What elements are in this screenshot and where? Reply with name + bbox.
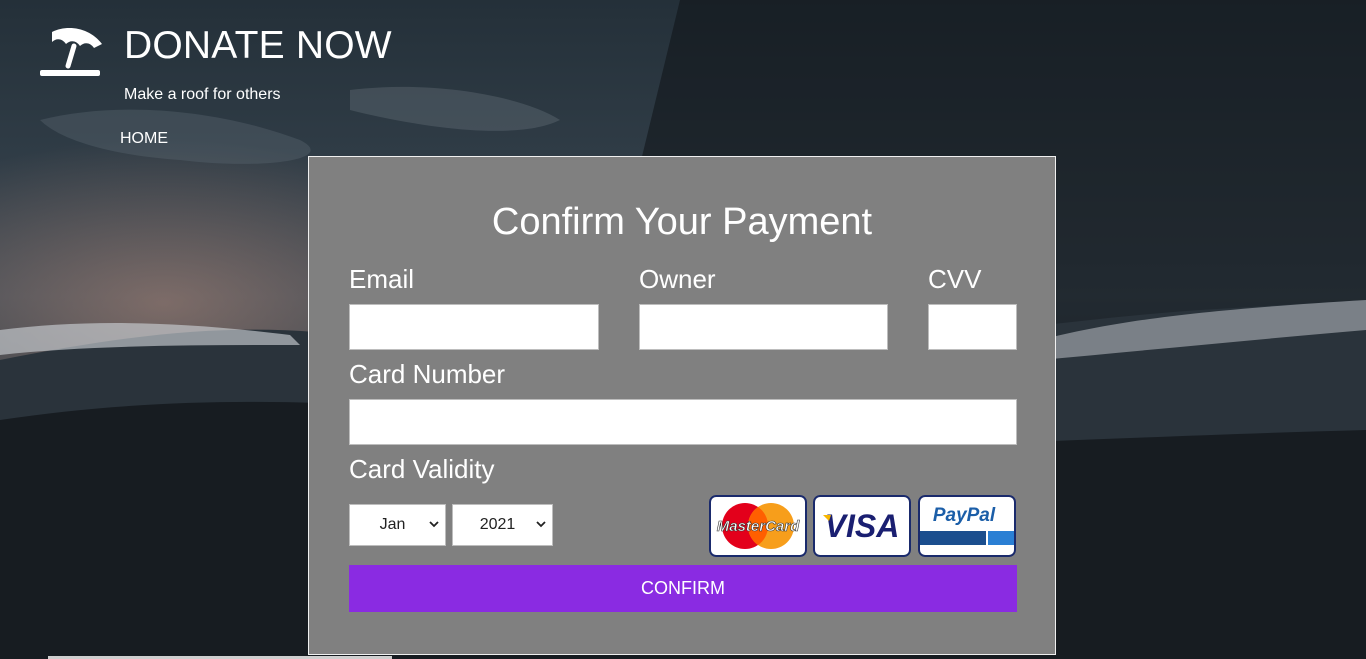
month-value: Jan — [379, 516, 406, 533]
form-title: Confirm Your Payment — [491, 201, 873, 243]
visa-text: VISA — [825, 508, 900, 544]
chevron-down-icon — [429, 521, 439, 528]
visa-logo: VISA — [813, 495, 911, 557]
card-number-field[interactable] — [349, 399, 1017, 445]
card-validity-label: Card Validity — [349, 454, 495, 484]
chevron-down-icon — [536, 521, 546, 528]
paypal-text: PayPal — [933, 505, 996, 526]
owner-label: Owner — [639, 264, 716, 294]
site-title: DONATE NOW — [124, 24, 392, 67]
month-select[interactable]: Jan — [349, 504, 446, 546]
cvv-field[interactable] — [928, 304, 1017, 350]
mastercard-text: MasterCard — [717, 518, 800, 535]
payment-form-panel: Confirm Your Payment Email Owner CVV Car… — [308, 156, 1056, 655]
card-number-label: Card Number — [349, 359, 506, 389]
mastercard-logo: MasterCard — [709, 495, 807, 557]
site-tagline: Make a roof for others — [124, 86, 281, 103]
umbrella-icon — [38, 26, 104, 80]
year-select[interactable]: 2021 — [452, 504, 553, 546]
email-field[interactable] — [349, 304, 599, 350]
nav-home-link[interactable]: HOME — [120, 130, 168, 148]
email-label: Email — [349, 264, 415, 294]
year-value: 2021 — [479, 516, 516, 533]
cvv-label: CVV — [928, 264, 982, 294]
confirm-button[interactable]: CONFIRM — [349, 565, 1017, 612]
owner-field[interactable] — [639, 304, 888, 350]
paypal-logo: PayPal — [918, 495, 1016, 557]
